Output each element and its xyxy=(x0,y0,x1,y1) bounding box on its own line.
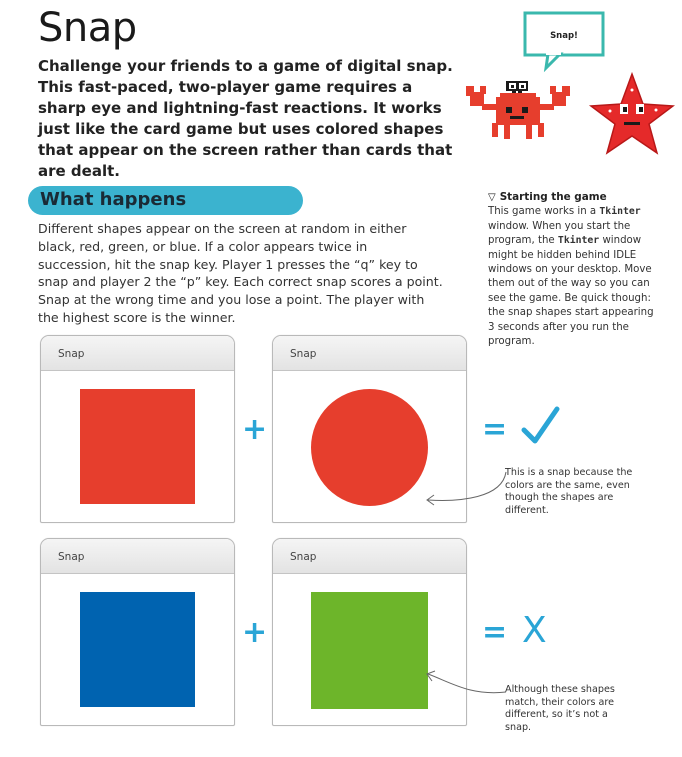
window-title-bar[interactable]: Snap xyxy=(41,336,234,371)
note-code-tkinter-1: Tkinter xyxy=(599,206,641,218)
note-text-3: window might be hidden behind IDLE windo… xyxy=(488,235,654,348)
speech-bubble-text: Snap! xyxy=(550,31,578,41)
annotation-arrow-1 xyxy=(426,471,507,506)
starfish-icon xyxy=(588,71,675,155)
intro-paragraph: Challenge your friends to a game of digi… xyxy=(38,57,453,180)
annotation-arrow-2 xyxy=(426,670,507,694)
equals-sign: = xyxy=(482,412,508,447)
crab-and-starfish-illustration: Snap! xyxy=(460,6,675,156)
check-icon xyxy=(521,406,560,444)
equals-sign: = xyxy=(482,615,508,650)
window-title: Snap xyxy=(58,348,85,360)
note-heading: Starting the game xyxy=(499,191,607,203)
red-square-shape xyxy=(80,389,195,504)
section-heading-band: What happens xyxy=(28,186,303,215)
page-title: Snap xyxy=(38,5,137,51)
annotation-snap: This is a snap because the colors are th… xyxy=(505,467,633,516)
window-title-bar[interactable]: Snap xyxy=(273,539,466,574)
section-body: Different shapes appear on the screen at… xyxy=(38,221,443,325)
plus-sign: + xyxy=(242,412,268,447)
annotation-not-snap: Although these shapes match, their color… xyxy=(505,684,615,733)
section-heading: What happens xyxy=(40,189,187,210)
starting-the-game-note: ▽ Starting the game This game works in a … xyxy=(488,190,663,349)
plus-sign: + xyxy=(242,615,268,650)
red-circle-shape xyxy=(311,389,428,506)
triangle-down-icon: ▽ xyxy=(488,192,496,203)
window-title-bar[interactable]: Snap xyxy=(273,336,466,371)
crab-icon xyxy=(466,81,570,139)
snap-window-red-square: Snap xyxy=(40,335,235,523)
note-text-1: This game works in a xyxy=(488,206,600,218)
snap-result: ✓ xyxy=(520,404,560,446)
blue-square-shape xyxy=(80,592,195,707)
green-square-shape xyxy=(311,592,428,709)
window-title: Snap xyxy=(290,348,317,360)
snap-window-blue-square: Snap xyxy=(40,538,235,726)
note-body: This game works in a Tkinter window. Whe… xyxy=(488,205,663,349)
window-title: Snap xyxy=(290,551,317,563)
note-code-tkinter-2: Tkinter xyxy=(557,235,600,247)
window-title: Snap xyxy=(58,551,85,563)
x-icon: X xyxy=(522,610,547,651)
speech-bubble: Snap! xyxy=(523,11,605,73)
note-heading-line: ▽ Starting the game xyxy=(488,190,663,205)
window-title-bar[interactable]: Snap xyxy=(41,539,234,574)
